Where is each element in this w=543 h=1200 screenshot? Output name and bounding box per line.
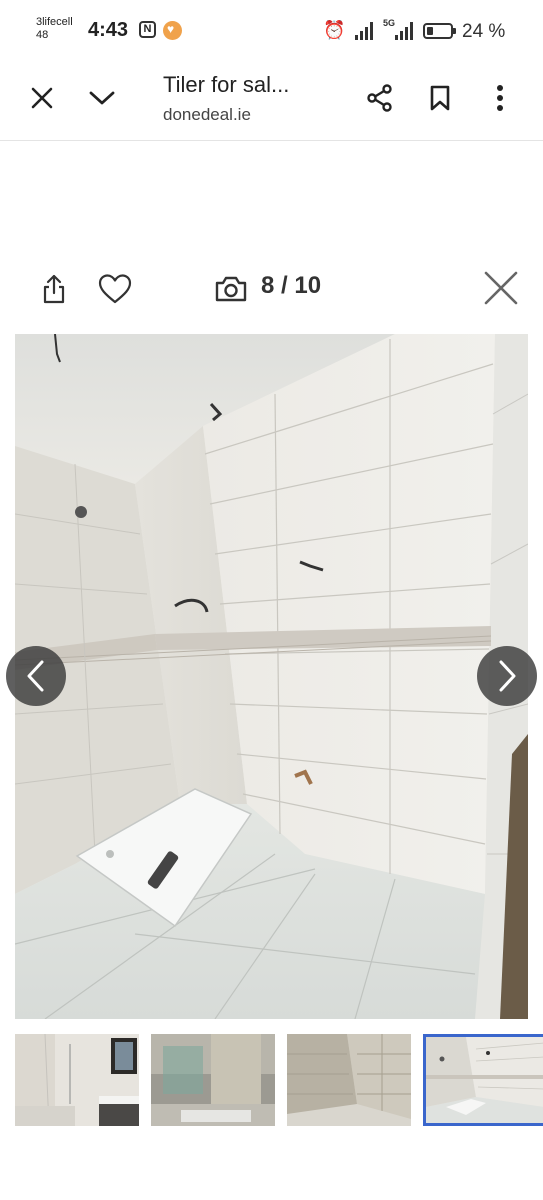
chevron-left-icon[interactable]: [6, 646, 66, 706]
close-icon[interactable]: [22, 78, 62, 118]
photo-counter: 8 / 10: [261, 272, 322, 299]
signal-icon: [355, 20, 377, 40]
chevron-right-icon[interactable]: [477, 646, 537, 706]
clock: 4:43: [88, 19, 129, 41]
thumbnail-bathroom-finished[interactable]: [15, 1034, 139, 1126]
more-vert-icon[interactable]: [480, 78, 520, 118]
signal-icon-2: [395, 20, 417, 40]
close-icon[interactable]: [480, 266, 522, 310]
thumbnail-shower-tiled[interactable]: [423, 1034, 543, 1126]
carrier-label: 3lifecell 48: [36, 16, 73, 42]
browser-toolbar: Tiler for sal... donedeal.ie: [0, 62, 543, 141]
battery-icon: [423, 23, 456, 39]
thumbnail-strip: [15, 1034, 543, 1126]
page-url[interactable]: donedeal.ie: [163, 105, 251, 125]
gallery-header: 8 / 10: [0, 262, 543, 316]
camera-icon: [213, 270, 249, 308]
carrier-name: 3lifecell: [36, 16, 73, 28]
share-upload-icon[interactable]: [36, 268, 72, 310]
tiled-shower-room-photo[interactable]: [15, 334, 528, 1019]
network-type-label: 5G: [383, 18, 396, 28]
page-title[interactable]: Tiler for sal...: [163, 72, 289, 98]
heart-icon[interactable]: [95, 268, 135, 310]
battery-percent: 24 %: [462, 21, 506, 42]
alarm-icon: ⏰: [323, 20, 346, 40]
carrier-code: 48: [36, 29, 49, 41]
nfc-icon: N: [139, 21, 156, 38]
bookmark-icon[interactable]: [420, 78, 460, 118]
health-app-icon: [163, 21, 182, 40]
chevron-down-icon[interactable]: [82, 78, 122, 118]
thumbnail-bathroom-stripped[interactable]: [151, 1034, 275, 1126]
status-bar: 3lifecell 48 4:43 N ⏰ 5G 24 %: [0, 0, 543, 62]
share-icon[interactable]: [360, 78, 400, 118]
thumbnail-shower-tiles-prep[interactable]: [287, 1034, 411, 1126]
